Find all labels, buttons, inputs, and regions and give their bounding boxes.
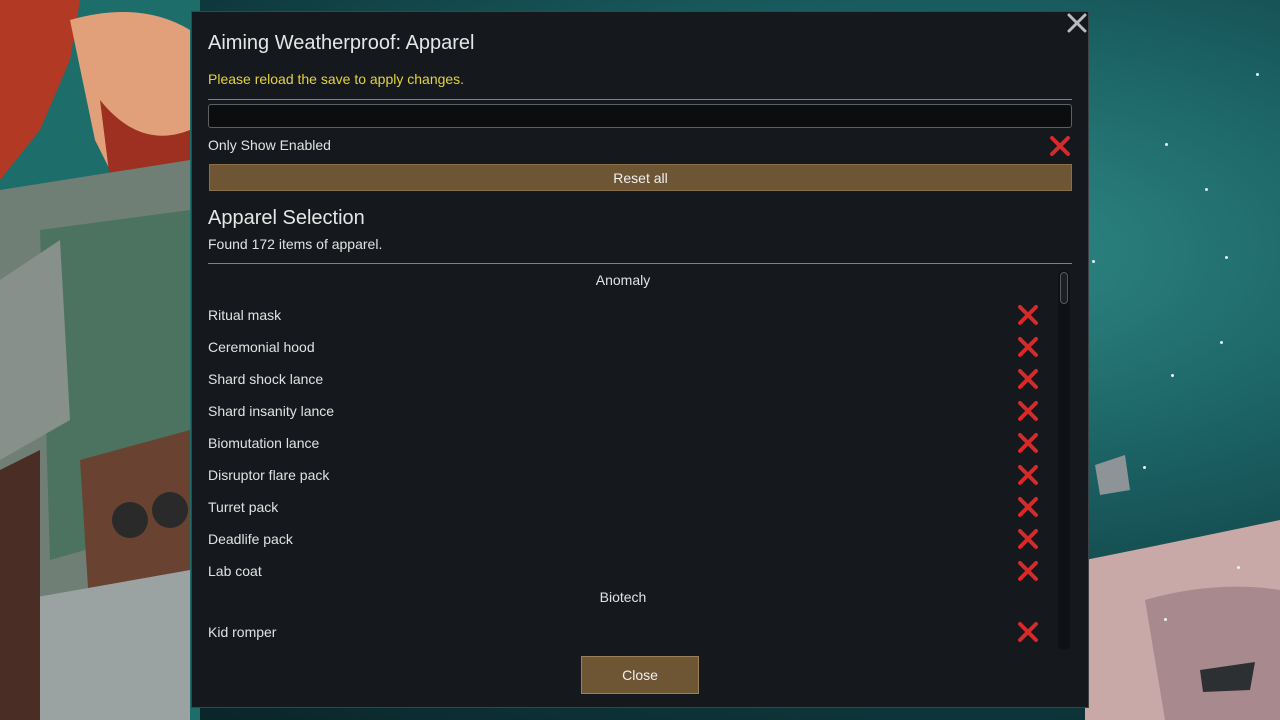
only-show-enabled-toggle-x-icon[interactable] — [1049, 135, 1071, 157]
list-scrollbar[interactable] — [1058, 270, 1070, 650]
disabled-x-icon[interactable] — [1017, 368, 1039, 390]
apparel-list: Anomaly Ritual mask Ceremonial hood Shar… — [208, 270, 1064, 652]
disabled-x-icon[interactable] — [1017, 400, 1039, 422]
item-name: Kid romper — [208, 624, 277, 640]
category-header-anomaly: Anomaly — [595, 272, 651, 288]
item-name: Shard insanity lance — [208, 403, 335, 419]
list-item: Kid romper — [208, 621, 1038, 652]
reload-notice: Please reload the save to apply changes. — [208, 71, 465, 87]
found-count-text: Found 172 items of apparel. — [208, 236, 383, 252]
list-item: Shard insanity lance — [208, 400, 1038, 432]
disabled-x-icon[interactable] — [1017, 304, 1039, 326]
mod-settings-dialog: Aiming Weatherproof: Apparel Please relo… — [191, 11, 1089, 708]
divider — [208, 99, 1072, 100]
dialog-title: Aiming Weatherproof: Apparel — [208, 32, 475, 54]
close-icon — [1067, 13, 1087, 33]
list-item: Ceremonial hood — [208, 336, 1038, 368]
scrollbar-thumb[interactable] — [1060, 272, 1068, 304]
list-item: Lab coat — [208, 560, 1038, 592]
list-item: Deadlife pack — [208, 528, 1038, 560]
list-item: Shard shock lance — [208, 368, 1038, 400]
section-title: Apparel Selection — [208, 207, 365, 229]
disabled-x-icon[interactable] — [1017, 336, 1039, 358]
disabled-x-icon[interactable] — [1017, 464, 1039, 486]
list-item: Turret pack — [208, 496, 1038, 528]
divider — [208, 263, 1072, 264]
item-name: Shard shock lance — [208, 371, 324, 387]
disabled-x-icon[interactable] — [1017, 496, 1039, 518]
list-item: Ritual mask — [208, 304, 1038, 336]
close-window-button[interactable] — [1066, 12, 1088, 34]
only-show-enabled-label: Only Show Enabled — [208, 137, 331, 153]
item-name: Biomutation lance — [208, 435, 320, 451]
category-header-biotech: Biotech — [599, 589, 647, 605]
disabled-x-icon[interactable] — [1017, 528, 1039, 550]
item-name: Disruptor flare pack — [208, 467, 330, 483]
list-item: Biomutation lance — [208, 432, 1038, 464]
item-name: Turret pack — [208, 499, 279, 515]
item-name: Lab coat — [208, 563, 262, 579]
reset-all-button[interactable]: Reset all — [209, 164, 1072, 191]
list-item: Disruptor flare pack — [208, 464, 1038, 496]
close-button[interactable]: Close — [581, 656, 699, 694]
search-input[interactable] — [208, 104, 1072, 128]
disabled-x-icon[interactable] — [1017, 560, 1039, 582]
space-scene — [1085, 455, 1280, 720]
character-portrait — [0, 0, 200, 720]
item-name: Deadlife pack — [208, 531, 293, 547]
item-name: Ritual mask — [208, 307, 282, 323]
disabled-x-icon[interactable] — [1017, 621, 1039, 643]
item-name: Ceremonial hood — [208, 339, 315, 355]
disabled-x-icon[interactable] — [1017, 432, 1039, 454]
